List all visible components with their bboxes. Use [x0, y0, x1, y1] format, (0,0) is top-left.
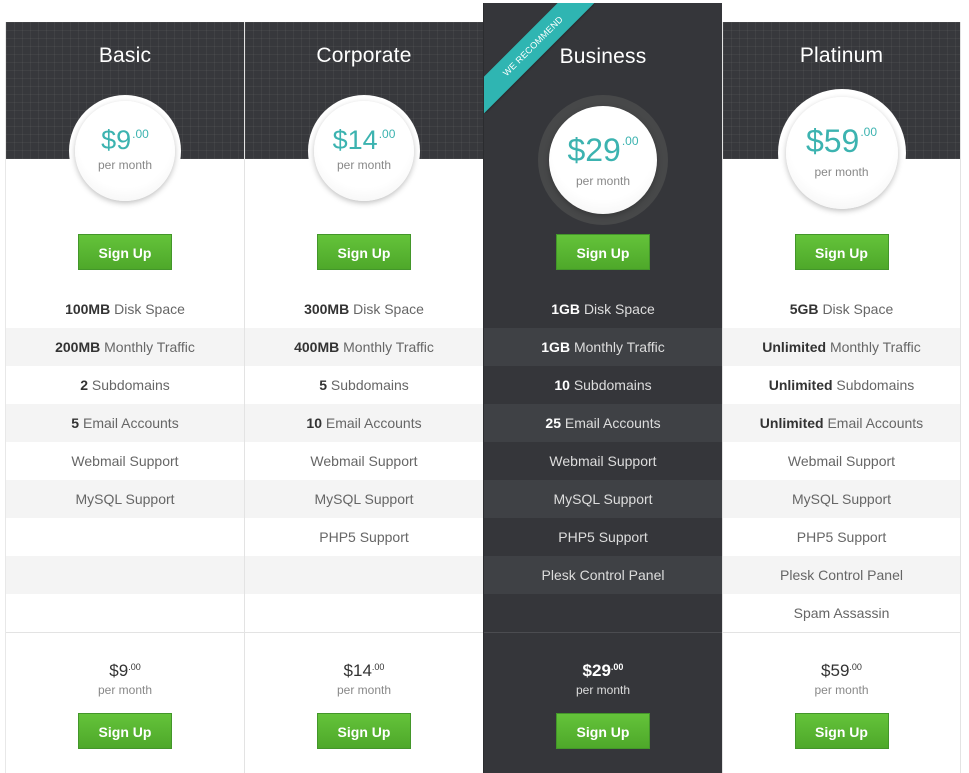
feature-row: Webmail Support — [787, 453, 896, 469]
feature-row: Webmail Support — [310, 453, 418, 469]
footer-price-period: per month — [814, 683, 869, 697]
feature-row — [6, 518, 244, 556]
feature-row: 10 Subdomains — [554, 377, 652, 393]
sign-up-button[interactable]: Sign Up — [794, 713, 889, 749]
feature-row: Webmail Support — [549, 453, 657, 469]
feature-row — [6, 556, 244, 594]
price-cents: .00 — [621, 134, 639, 148]
price-amount: $14 — [332, 125, 378, 155]
price-cents: .00 — [132, 127, 149, 141]
feature-row: Plesk Control Panel — [484, 556, 722, 594]
feature-row: MySQL Support — [723, 480, 960, 518]
price-circle: $29.00 per month — [538, 95, 668, 225]
feature-row: 300MB Disk Space — [304, 301, 424, 317]
footer-price: $59.00 — [821, 661, 862, 680]
feature-row — [245, 594, 483, 632]
plan-footer: $14.00 per month Sign Up — [245, 632, 483, 773]
feature-row: Unlimited Subdomains — [768, 377, 915, 393]
plan-footer: $9.00 per month Sign Up — [6, 632, 244, 773]
feature-row: Webmail Support — [71, 453, 179, 469]
feature-list: 5GB Disk Space Unlimited Monthly Traffic… — [723, 290, 960, 632]
plan-name: Corporate — [316, 44, 412, 67]
feature-row: 5 Subdomains — [319, 377, 409, 393]
price-cents: .00 — [378, 127, 396, 141]
feature-row: PHP5 Support — [558, 529, 648, 545]
price-circle: $59.00 per month — [777, 89, 906, 217]
price: $29.00 — [549, 132, 657, 169]
feature-row: 10 Email Accounts — [245, 404, 483, 442]
price-period: per month — [814, 165, 869, 179]
price: $59.00 — [786, 123, 898, 160]
sign-up-button[interactable]: Sign Up — [317, 234, 411, 270]
price-period: per month — [97, 158, 153, 172]
feature-row: Plesk Control Panel — [723, 556, 960, 594]
feature-row: 5GB Disk Space — [789, 301, 894, 317]
feature-row: PHP5 Support — [796, 529, 887, 545]
plan-column-basic: Basic $9.00 per month Sign Up 100MB Disk… — [5, 22, 244, 773]
feature-row: 1GB Disk Space — [551, 301, 655, 317]
plan-column-business: WE RECOMMEND Business $29.00 per month S… — [483, 3, 722, 773]
feature-list: 1GB Disk Space 1GB Monthly Traffic 10 Su… — [484, 290, 722, 632]
sign-up-button[interactable]: Sign Up — [317, 713, 411, 749]
feature-row: MySQL Support — [6, 480, 244, 518]
feature-row: 400MB Monthly Traffic — [245, 328, 483, 366]
price-circle: $14.00 per month — [308, 95, 420, 207]
feature-row — [245, 556, 483, 594]
feature-row: MySQL Support — [484, 480, 722, 518]
feature-row: 200MB Monthly Traffic — [6, 328, 244, 366]
plan-name: Basic — [98, 44, 152, 67]
feature-list: 100MB Disk Space 200MB Monthly Traffic 2… — [6, 290, 244, 632]
sign-up-button[interactable]: Sign Up — [78, 234, 172, 270]
price-period: per month — [575, 174, 631, 188]
recommend-ribbon: WE RECOMMEND — [484, 3, 594, 113]
feature-row: 5 Email Accounts — [6, 404, 244, 442]
plan-footer: $59.00 per month Sign Up — [723, 632, 960, 773]
feature-row: Unlimited Monthly Traffic — [723, 328, 960, 366]
feature-row: PHP5 Support — [319, 529, 409, 545]
footer-price-period: per month — [97, 683, 153, 697]
price-amount: $9 — [101, 125, 132, 155]
footer-price: $9.00 — [109, 661, 141, 680]
footer-price: $29.00 — [582, 661, 624, 680]
feature-list: 300MB Disk Space 400MB Monthly Traffic 5… — [245, 290, 483, 632]
footer-price-period: per month — [575, 683, 631, 697]
feature-row: Spam Assassin — [793, 605, 890, 621]
feature-row — [484, 594, 722, 632]
sign-up-button[interactable]: Sign Up — [794, 234, 889, 270]
sign-up-button[interactable]: Sign Up — [556, 713, 650, 749]
plan-name: Platinum — [799, 44, 884, 67]
price-amount: $59 — [805, 123, 860, 159]
plan-column-platinum: Platinum $59.00 per month Sign Up 5GB Di… — [722, 22, 961, 773]
footer-price: $14.00 — [343, 661, 385, 680]
sign-up-button[interactable]: Sign Up — [78, 713, 172, 749]
price-cents: .00 — [860, 125, 878, 139]
sign-up-button[interactable]: Sign Up — [556, 234, 650, 270]
feature-row: 25 Email Accounts — [484, 404, 722, 442]
plan-footer: $29.00 per month Sign Up — [484, 632, 722, 773]
footer-price-period: per month — [336, 683, 392, 697]
plan-column-corporate: Corporate $14.00 per month Sign Up 300MB… — [244, 22, 483, 773]
feature-row: 2 Subdomains — [80, 377, 170, 393]
feature-row: 100MB Disk Space — [65, 301, 185, 317]
price-amount: $29 — [567, 132, 621, 168]
feature-row — [6, 594, 244, 632]
pricing-table: Basic $9.00 per month Sign Up 100MB Disk… — [0, 0, 969, 773]
feature-row: Unlimited Email Accounts — [723, 404, 960, 442]
feature-row: 1GB Monthly Traffic — [484, 328, 722, 366]
price-period: per month — [336, 158, 392, 172]
price-circle: $9.00 per month — [69, 95, 181, 207]
feature-row: MySQL Support — [245, 480, 483, 518]
price: $9.00 — [75, 125, 175, 156]
price: $14.00 — [314, 125, 414, 156]
